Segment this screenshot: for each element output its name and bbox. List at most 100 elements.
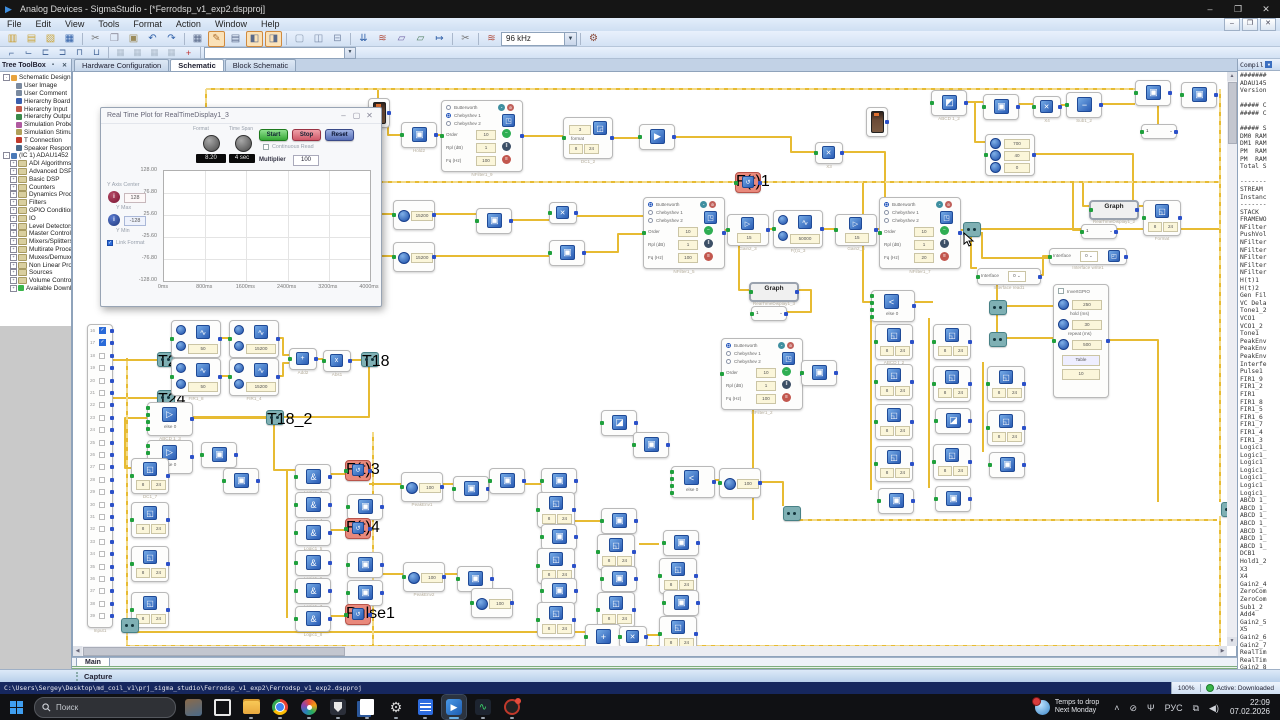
menu-file[interactable]: File <box>0 19 29 29</box>
tray-volume-icon[interactable]: ◀) <box>1209 703 1219 713</box>
dialog-close-button[interactable]: ✕ <box>363 111 376 120</box>
compiler-output-header[interactable]: Compil ▼ <box>1238 59 1280 71</box>
menu-edit[interactable]: Edit <box>29 19 59 29</box>
schematic-block-fmt[interactable]: ◱ 8 24 <box>596 534 636 570</box>
schematic-block-add4[interactable]: +Add4 <box>584 624 622 646</box>
schematic-block-dropdown[interactable]: 1 ⌄ <box>750 306 788 321</box>
office-app-icon[interactable] <box>355 695 379 719</box>
dialog-minimize-button[interactable]: – <box>337 111 350 120</box>
cut-icon[interactable]: ✂ <box>87 31 104 47</box>
tree-item-counters[interactable]: + Counters <box>0 183 71 191</box>
pane-right-icon[interactable]: ◨ <box>265 30 282 47</box>
rate-icon[interactable]: ≋ <box>483 31 500 47</box>
tree-item-filters[interactable]: + Filters <box>0 199 71 207</box>
schematic-block-f-t-3[interactable]: ↺F(t)3 <box>344 460 380 481</box>
tab-schematic[interactable]: Schematic <box>170 59 224 71</box>
pin-wire-icon[interactable]: ⌙ <box>21 46 36 59</box>
radio-icon[interactable] <box>648 210 653 215</box>
schematic-block-logic1-7[interactable]: &Logic1_7 <box>294 578 332 609</box>
schematic-block-nfilter1-2[interactable]: Butterworth Chebyshev 1 Chebyshev 2 ◔ ⊘ ◳ Orde… <box>720 338 804 415</box>
schematic-block-firsm[interactable]: 15200 <box>392 242 436 272</box>
schematic-block-fir1-2[interactable]: ∿15200FIR1_2 <box>228 320 280 363</box>
schematic-block-small[interactable]: ▣ <box>662 530 700 556</box>
menu-tools[interactable]: Tools <box>91 19 126 29</box>
schematic-block-fir1-4[interactable]: ∿ 15200 FIR1_4 <box>228 358 280 401</box>
schematic-block-logic1-3[interactable]: &Logic1_3 <box>294 464 332 495</box>
schematic-block-abcd-1-2[interactable]: ◩ ABCD 1_2 <box>930 90 968 121</box>
schematic-tee-node[interactable] <box>1221 502 1227 517</box>
tray-lang-label[interactable]: РУС <box>1165 703 1183 713</box>
schematic-block-input1[interactable]: 16 ✓ 17 ✓ 18 19 20 21 22 23 24 25 26 27 28 29 30 31 32 33 34… <box>87 324 114 633</box>
dialog-maximize-button[interactable]: ▢ <box>350 111 363 120</box>
undo-icon[interactable]: ↶ <box>144 31 161 47</box>
continuous-read-checkbox[interactable] <box>263 144 269 150</box>
schematic-block-gain2-3[interactable]: ▷ 15 Gain2_3 <box>726 214 770 251</box>
schematic-block-small[interactable]: ▣ <box>600 508 638 534</box>
toolbar-combobox[interactable]: ▼ <box>204 46 356 59</box>
tree-item-t-connection[interactable]: T Connection <box>0 136 71 144</box>
radio-icon[interactable] <box>648 202 653 207</box>
schematic-block-sub1-2[interactable]: − Sub1_2 <box>1065 92 1103 123</box>
tree-item-muxes-demuxes[interactable]: + Muxes/Demuxes <box>0 253 71 261</box>
tree-expander-icon[interactable]: + <box>10 245 17 253</box>
tree-expander-icon[interactable]: + <box>10 269 17 277</box>
schematic-block-fmt[interactable]: ◱ 8 24 <box>874 446 914 482</box>
schematic-block-fmt[interactable]: ◱ 8 24 <box>932 366 972 402</box>
tree-expander-icon[interactable]: + <box>10 206 17 214</box>
tile-h-icon[interactable]: ◫ <box>310 31 327 47</box>
image-3-icon[interactable]: ▦ <box>147 46 162 59</box>
schematic-block-small[interactable]: ▣ <box>200 442 238 468</box>
schematic-block-battery[interactable] <box>866 107 889 137</box>
radio-icon[interactable] <box>726 359 731 364</box>
schematic-block-small[interactable]: ▣ <box>877 488 915 514</box>
schematic-block-knobpanel[interactable]: InvertGPIO 250 hold (ms) 30 repeat (ms) 500 Ta… <box>1052 284 1110 398</box>
menu-view[interactable]: View <box>58 19 91 29</box>
multiplier-input[interactable]: 100 <box>293 155 319 166</box>
schematic-block-fmt[interactable]: ◱ 8 24 <box>130 502 170 538</box>
tree-expander-icon[interactable]: + <box>10 261 17 269</box>
open-project-icon[interactable]: ▥ <box>4 31 21 47</box>
sample-rate-select[interactable]: 96 kHz ▼ <box>501 31 577 46</box>
schematic-tee-node[interactable] <box>783 506 801 521</box>
y-center-knob[interactable]: i <box>108 191 120 203</box>
chrome-icon[interactable] <box>268 695 292 719</box>
schematic-block-fmt[interactable]: ◱ 8 24 <box>874 404 914 440</box>
radio-icon[interactable] <box>648 218 653 223</box>
schematic-block-x3[interactable]: ✕ X3 <box>814 142 844 169</box>
report-icon[interactable]: ▤ <box>227 31 244 47</box>
schematic-block-small[interactable]: ▣ <box>452 476 490 502</box>
analyzer-app-icon[interactable]: ∿ <box>471 695 495 719</box>
tree-item-sources[interactable]: + Sources <box>0 269 71 277</box>
tree-item-dynamics-processors[interactable]: + Dynamics Processors <box>0 191 71 199</box>
radio-icon[interactable] <box>726 343 731 348</box>
schematic-block-fmt[interactable]: ◱ 8 24 <box>932 324 972 360</box>
schematic-block-gain2-5[interactable]: ▷ 15 Gain2_5 <box>834 214 878 251</box>
mdi-restore-button[interactable]: ❐ <box>1242 18 1258 31</box>
schematic-block-small[interactable]: ▣ <box>540 578 578 604</box>
start-button[interactable]: Start <box>259 129 288 141</box>
schematic-block-fmt[interactable]: ◱ 8 24 <box>536 602 576 638</box>
tree-expander-icon[interactable]: + <box>10 191 17 199</box>
schematic-block-small[interactable]: ▣ <box>1134 80 1172 106</box>
tree-expander-icon[interactable]: + <box>10 253 17 261</box>
schematic-block-small[interactable]: ▣ <box>632 432 670 458</box>
tree-item-speaker-response[interactable]: Speaker Response <box>0 144 71 152</box>
align-bottom-icon[interactable]: ⊔ <box>89 46 104 59</box>
tree-item-simulation-probe[interactable]: Simulation Probe <box>0 121 71 129</box>
notes-app-icon[interactable] <box>413 695 437 719</box>
tree-expander-icon[interactable]: - <box>3 74 10 82</box>
tree-item-level-detectors[interactable]: + Level Detectors <box>0 222 71 230</box>
security-app-icon[interactable] <box>326 695 350 719</box>
tray-mic-icon[interactable]: Ψ <box>1147 703 1155 713</box>
new-project-icon[interactable]: ▤ <box>23 31 40 47</box>
schematic-block-logic1-8[interactable]: & Logic1_8 <box>294 606 332 637</box>
schematic-block-format[interactable]: ◱ 8 24 Format <box>1142 200 1182 241</box>
schematic-block-small[interactable]: ▶ <box>638 124 676 150</box>
save-icon[interactable]: ▦ <box>61 31 78 47</box>
schematic-block-fmt[interactable]: ◱ 8 24 <box>658 558 698 594</box>
tree-item-hierarchy-output[interactable]: Hierarchy Output <box>0 113 71 121</box>
tree-item-basic-dsp[interactable]: + Basic DSP <box>0 175 71 183</box>
tree-item-available-downloads[interactable]: + Available Downloads <box>0 284 71 293</box>
tree-item-master-control[interactable]: + Master Control <box>0 230 71 238</box>
graph-button[interactable]: Graph <box>751 285 797 292</box>
